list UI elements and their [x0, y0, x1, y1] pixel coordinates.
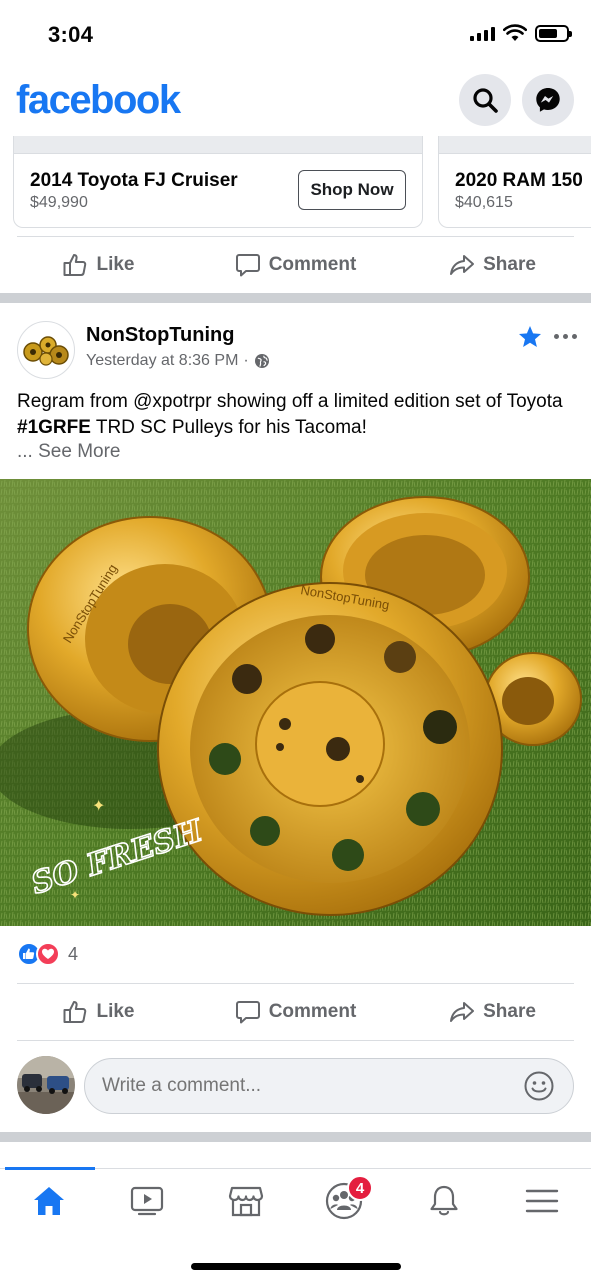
app-header: facebook [0, 70, 591, 132]
nav-menu[interactable] [512, 1179, 572, 1223]
post-text: Regram from @xpotrpr showing off a limit… [17, 391, 563, 438]
comment-button[interactable]: Comment [197, 984, 394, 1040]
thumbs-up-icon [63, 254, 87, 276]
meta-separator: · [243, 352, 249, 369]
active-tab-indicator [5, 1167, 95, 1170]
post-author[interactable]: NonStopTuning [86, 324, 234, 347]
nav-groups[interactable]: 4 [314, 1175, 374, 1223]
marketplace-icon [228, 1186, 264, 1217]
card-price: $49,990 [30, 194, 88, 211]
signal-icon [470, 25, 495, 41]
user-avatar[interactable] [17, 1056, 75, 1114]
notifications-icon [430, 1185, 458, 1216]
hashtag-link[interactable]: #1GRFE [17, 417, 91, 438]
menu-icon [525, 1189, 559, 1213]
emoji-icon[interactable] [523, 1070, 555, 1102]
share-icon [450, 255, 475, 275]
groups-badge: 4 [347, 1175, 373, 1201]
nav-notifications[interactable] [414, 1179, 474, 1223]
card-price: $40,615 [455, 194, 513, 211]
comment-label: Comment [268, 1001, 357, 1022]
comment-button[interactable]: Comment [197, 237, 394, 293]
home-icon [34, 1187, 64, 1215]
post-header: NonStopTuning Yesterday at 8:36 PM · [0, 318, 591, 382]
status-time: 3:04 [48, 22, 94, 47]
comment-composer [0, 1056, 591, 1116]
reactions-count: 4 [68, 943, 79, 964]
post-actions: Like Comment Share [0, 237, 591, 293]
like-button[interactable]: Like [0, 237, 197, 293]
card-title: 2020 RAM 150 [455, 170, 583, 191]
love-reaction-icon [36, 942, 60, 966]
thumbs-up-icon [63, 1001, 87, 1023]
see-more-link[interactable]: ... See More [17, 441, 121, 463]
comment-icon [235, 254, 260, 277]
nav-home[interactable] [19, 1179, 79, 1223]
page-avatar[interactable] [17, 321, 75, 379]
messenger-button[interactable] [522, 74, 574, 126]
comment-label: Comment [268, 254, 357, 275]
globe-icon [254, 354, 269, 368]
post-image[interactable]: NonStopTuning NonStopTuning SO FRESH ✦ ✦ [0, 479, 591, 926]
post-actions: Like Comment Share [0, 984, 591, 1040]
like-button[interactable]: Like [0, 984, 197, 1040]
card-title: 2014 Toyota FJ Cruiser [30, 170, 238, 191]
share-button[interactable]: Share [394, 984, 591, 1040]
share-icon [450, 1002, 475, 1022]
facebook-logo[interactable]: facebook [16, 78, 181, 123]
post-meta: Yesterday at 8:36 PM · [86, 352, 270, 370]
status-bar: 3:04 [0, 0, 591, 70]
comment-input[interactable] [84, 1058, 574, 1114]
divider [17, 1040, 574, 1041]
search-icon [473, 88, 498, 113]
like-label: Like [96, 1001, 135, 1022]
watch-icon [130, 1186, 164, 1216]
favorite-star-icon[interactable] [517, 324, 543, 350]
home-indicator[interactable] [191, 1263, 401, 1270]
search-button[interactable] [459, 74, 511, 126]
more-options-icon[interactable] [554, 334, 577, 339]
shop-now-button[interactable]: Shop Now [298, 170, 406, 210]
nav-marketplace[interactable] [216, 1179, 276, 1223]
nav-watch[interactable] [117, 1179, 177, 1223]
like-label: Like [96, 254, 135, 275]
wifi-icon [503, 24, 527, 41]
svg-text:✦: ✦ [70, 888, 80, 902]
status-icons [470, 24, 572, 42]
share-label: Share [483, 254, 536, 275]
carousel-card[interactable]: 2020 RAM 150 $40,615 [438, 136, 591, 228]
reactions-summary[interactable]: 4 [17, 942, 78, 966]
next-post-peek [0, 1142, 591, 1170]
bottom-navigation: 4 [0, 1167, 591, 1279]
carousel-card[interactable]: 2014 Toyota FJ Cruiser $49,990 Shop Now [13, 136, 423, 228]
comment-icon [235, 1001, 260, 1024]
share-button[interactable]: Share [394, 237, 591, 293]
feed-separator [0, 293, 591, 303]
messenger-icon [536, 88, 560, 112]
feed-separator [0, 1132, 591, 1142]
marketplace-carousel: 2014 Toyota FJ Cruiser $49,990 Shop Now … [0, 136, 591, 232]
battery-icon [535, 24, 572, 42]
post-time[interactable]: Yesterday at 8:36 PM [86, 352, 238, 370]
share-label: Share [483, 1001, 536, 1022]
svg-text:✦: ✦ [92, 798, 105, 815]
